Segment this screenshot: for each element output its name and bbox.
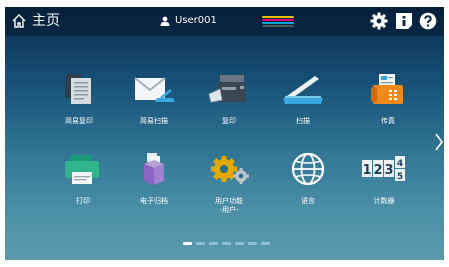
easy-scan-icon (134, 77, 175, 102)
home-button[interactable]: 主页 (11, 12, 60, 30)
e-filing-icon (144, 153, 164, 185)
tile-label: 计数器 (373, 197, 395, 205)
user-functions-icon (211, 156, 249, 184)
tile-easy-copy[interactable]: 简易复印 (49, 72, 109, 126)
page-indicator[interactable] (183, 242, 270, 245)
tile-label: 复印 (222, 117, 236, 125)
counter-digit: 5 (397, 172, 403, 182)
tile-user-functions[interactable]: 用户功能 -用户- (199, 152, 259, 215)
home-screen: 主页 User001 简易复印 简易扫描 复印 扫描 传真 打印 电子归档 用户… (5, 7, 444, 260)
tile-label: 打印 (76, 197, 90, 205)
page-title: 主页 (32, 13, 60, 29)
user-indicator[interactable]: User001 (160, 15, 217, 27)
counter-digit: 2 (373, 163, 382, 178)
tile-label: 语言 (301, 197, 315, 205)
print-icon (65, 155, 99, 184)
fax-icon (371, 74, 403, 104)
tile-label: 传真 (381, 117, 395, 125)
toner-level-indicator[interactable] (262, 16, 294, 27)
top-bar: 主页 User001 (5, 7, 444, 36)
next-page-arrow[interactable] (433, 131, 444, 153)
user-icon (160, 16, 170, 26)
scan-icon (283, 76, 323, 104)
tile-counter[interactable]: 1 2 3 4 5 计数器 (354, 152, 414, 206)
easy-copy-icon (65, 74, 91, 104)
settings-gear-icon[interactable] (370, 12, 388, 30)
page-dot-5[interactable] (235, 242, 244, 245)
tile-fax[interactable]: 传真 (358, 72, 418, 126)
counter-digit: 1 (362, 163, 371, 178)
page-dot-7[interactable] (261, 242, 270, 245)
page-dot-2[interactable] (196, 242, 205, 245)
counter-icon: 1 2 3 4 5 (362, 156, 405, 182)
tile-label: 简易复印 (65, 117, 93, 125)
page-dot-4[interactable] (222, 242, 231, 245)
user-name: User001 (175, 15, 217, 26)
info-icon[interactable] (395, 12, 413, 30)
counter-digit: 4 (397, 159, 403, 169)
tile-e-filing[interactable]: 电子归档 (124, 152, 184, 206)
tile-copy[interactable]: 复印 (199, 72, 259, 126)
toner-cyan-bar (262, 22, 294, 24)
tile-label: 简易扫描 (140, 117, 168, 125)
tile-sublabel: -用户- (219, 206, 239, 214)
tile-label: 电子归档 (140, 197, 168, 205)
counter-digit: 3 (384, 163, 393, 178)
page-dot-6[interactable] (248, 242, 257, 245)
home-icon (12, 14, 26, 28)
globe-icon (291, 152, 325, 186)
page-dot-3[interactable] (209, 242, 218, 245)
toner-black-bar (262, 25, 294, 27)
tile-print[interactable]: 打印 (53, 152, 113, 206)
toner-yellow-bar (262, 16, 294, 18)
tile-label: 扫描 (296, 117, 310, 125)
page-dot-1[interactable] (183, 242, 192, 245)
tile-easy-scan[interactable]: 简易扫描 (124, 72, 184, 126)
tile-label: 用户功能 (215, 197, 243, 205)
tile-language[interactable]: 语言 (278, 152, 338, 206)
help-icon[interactable] (419, 12, 437, 30)
toner-magenta-bar (262, 19, 294, 21)
tile-scan[interactable]: 扫描 (273, 72, 333, 126)
copy-icon (208, 75, 246, 103)
